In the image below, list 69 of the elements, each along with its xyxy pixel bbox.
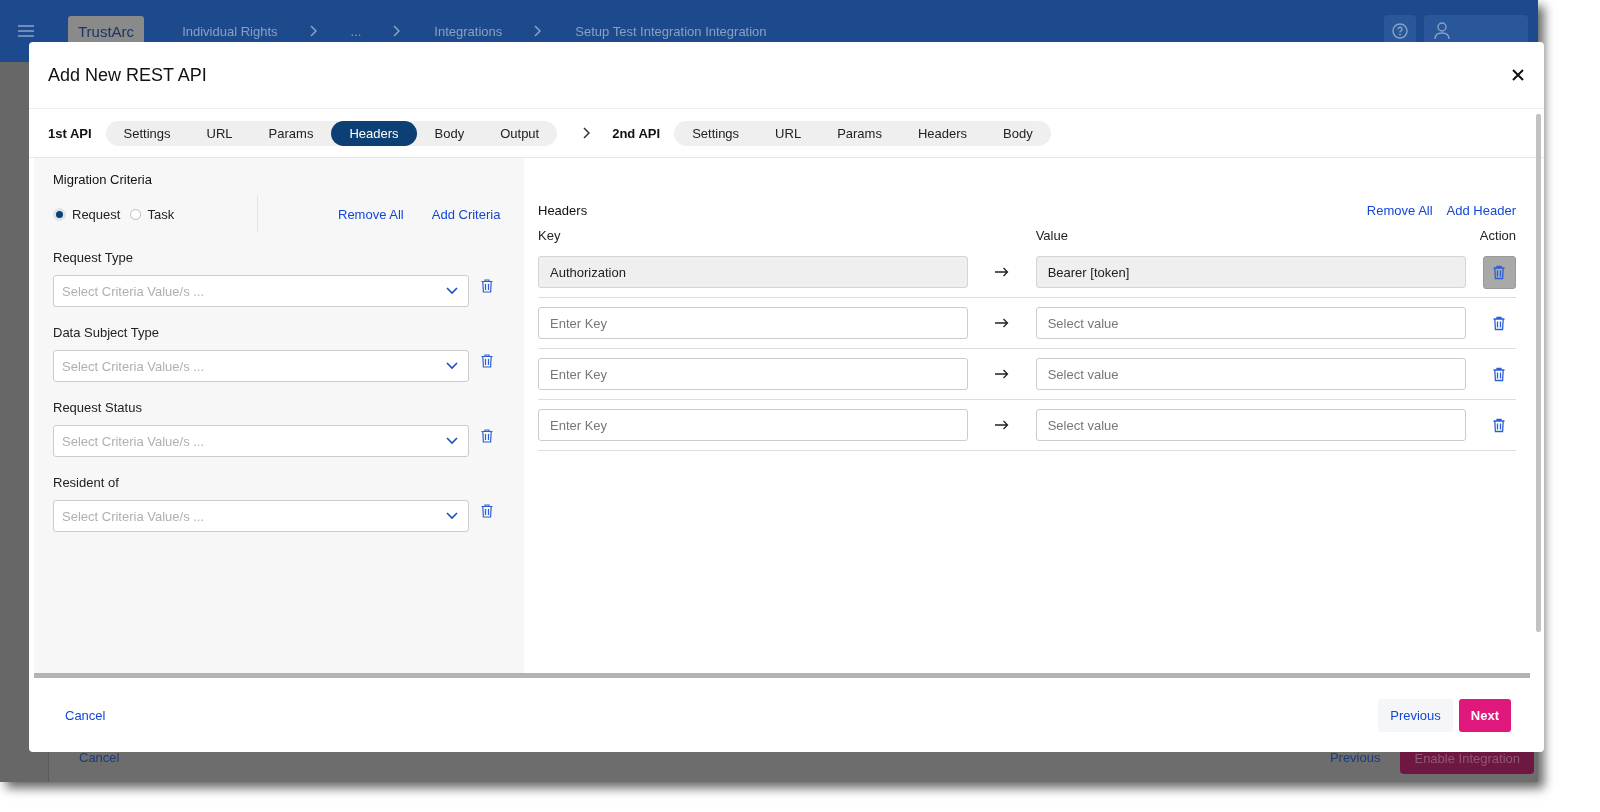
- radio-button[interactable]: Task: [130, 206, 175, 222]
- chevron-down-icon: [446, 512, 458, 520]
- radio-label: Request: [72, 206, 121, 222]
- tab[interactable]: Body: [985, 120, 1051, 146]
- help-icon: [1392, 23, 1408, 39]
- add-header-link[interactable]: Add Header: [1446, 203, 1516, 218]
- radio-label: Task: [147, 206, 175, 222]
- add-criteria-link[interactable]: Add Criteria: [431, 206, 501, 222]
- delete-icon: [1493, 417, 1506, 433]
- close-icon[interactable]: [1512, 69, 1524, 81]
- column-header: Key: [538, 228, 562, 243]
- tab[interactable]: URL: [757, 120, 820, 146]
- delete-icon[interactable]: [481, 354, 493, 368]
- chevron-down-icon: [446, 287, 458, 295]
- key-input[interactable]: Enter Key: [538, 358, 968, 390]
- delete-button[interactable]: [1483, 255, 1516, 289]
- value-input[interactable]: Select value: [1035, 307, 1466, 339]
- tab[interactable]: Headers: [899, 120, 986, 146]
- tab[interactable]: URL: [188, 120, 251, 146]
- chevron-right-icon: [583, 127, 591, 139]
- chevron-down-icon: [446, 437, 458, 445]
- key-input[interactable]: Enter Key: [538, 307, 968, 339]
- tab[interactable]: Params: [819, 120, 900, 146]
- scrollbar[interactable]: [34, 673, 1530, 678]
- previous-button[interactable]: Previous: [1378, 698, 1453, 732]
- chevron-right-icon: [393, 25, 401, 37]
- radio-dot[interactable]: [130, 208, 142, 220]
- delete-icon[interactable]: [481, 504, 493, 518]
- section-title: Migration Criteria: [53, 172, 153, 187]
- radio-button[interactable]: Request: [53, 206, 121, 222]
- tab[interactable]: Output: [482, 120, 558, 146]
- chevron-right-icon: [534, 25, 542, 37]
- radio-dot[interactable]: [53, 207, 66, 221]
- api-label: 2nd API: [612, 125, 661, 141]
- key-input[interactable]: Enter Key: [538, 409, 968, 441]
- tab[interactable]: Settings: [674, 120, 758, 146]
- column-header: Value: [1035, 228, 1069, 243]
- cancel-link[interactable]: Cancel: [65, 707, 106, 723]
- delete-icon[interactable]: [481, 279, 493, 293]
- menu-icon[interactable]: [18, 25, 34, 37]
- user-icon: [1434, 22, 1450, 40]
- chevron-down-icon: [446, 362, 458, 370]
- chevron-right-icon: [309, 25, 317, 37]
- delete-icon: [1493, 315, 1506, 331]
- value-input[interactable]: Select value: [1035, 358, 1466, 390]
- tab[interactable]: Settings: [105, 120, 189, 146]
- field-label: Data Subject Type: [53, 325, 160, 340]
- tab[interactable]: Body: [416, 120, 483, 146]
- next-button[interactable]: Next: [1458, 698, 1511, 732]
- field-label: Request Type: [53, 250, 134, 265]
- field-label: Request Status: [53, 400, 143, 415]
- arrow-right-icon: [994, 318, 1009, 328]
- tab[interactable]: Headers: [331, 120, 417, 146]
- arrow-right-icon: [994, 267, 1009, 277]
- api-label: 1st API: [48, 125, 92, 141]
- delete-icon: [1493, 366, 1506, 382]
- tab[interactable]: Params: [250, 120, 332, 146]
- delete-icon[interactable]: [481, 429, 493, 443]
- scrollbar[interactable]: [1536, 114, 1541, 632]
- value-input[interactable]: Select value: [1035, 409, 1466, 441]
- remove-all-link[interactable]: Remove All: [338, 206, 404, 222]
- field-label: Resident of: [53, 475, 120, 490]
- arrow-right-icon: [994, 420, 1009, 430]
- section-title: Headers: [538, 203, 588, 218]
- column-header: Action: [1478, 228, 1516, 243]
- delete-icon: [1493, 264, 1506, 280]
- remove-all-link[interactable]: Remove All: [1366, 203, 1433, 218]
- arrow-right-icon: [994, 369, 1009, 379]
- dialog-title: Add New REST API: [48, 64, 207, 86]
